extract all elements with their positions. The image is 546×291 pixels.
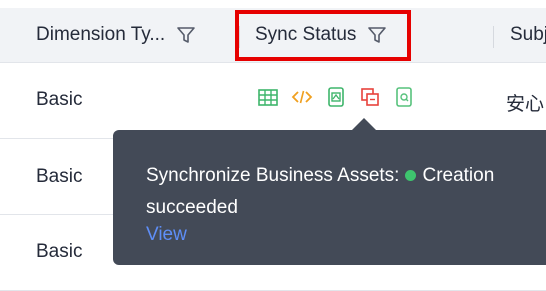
success-status-icon <box>405 169 417 181</box>
column-header-label: Subj <box>510 24 546 45</box>
tooltip-arrow <box>351 118 377 131</box>
table-row[interactable]: Basic 安心 <box>0 63 546 139</box>
tooltip-status: Creation <box>422 165 495 186</box>
copy-icon[interactable] <box>359 86 381 108</box>
sync-status-icons <box>257 86 415 108</box>
tooltip-message: Synchronize Business Assets: Creation suc… <box>146 160 546 224</box>
tooltip-status-continued: succeeded <box>146 197 238 218</box>
table-icon[interactable] <box>257 86 279 108</box>
column-divider <box>493 26 494 48</box>
dimension-type-cell: Basic <box>36 89 83 110</box>
tooltip-label: Synchronize Business Assets: <box>146 165 400 186</box>
subject-cell: 安心 <box>506 94 545 115</box>
column-header-subject[interactable]: Subj <box>510 8 546 62</box>
filter-icon[interactable] <box>175 24 197 46</box>
asset-icon[interactable] <box>325 86 347 108</box>
view-link[interactable]: View <box>146 224 187 246</box>
dimension-type-cell: Basic <box>36 166 83 187</box>
file-search-icon[interactable] <box>393 86 415 108</box>
code-icon[interactable] <box>291 86 313 108</box>
dimension-type-cell: Basic <box>36 241 83 262</box>
highlight-box <box>235 10 411 61</box>
column-header-label: Dimension Ty... <box>36 24 166 45</box>
column-header-dimension-type[interactable]: Dimension Ty... <box>36 8 197 62</box>
